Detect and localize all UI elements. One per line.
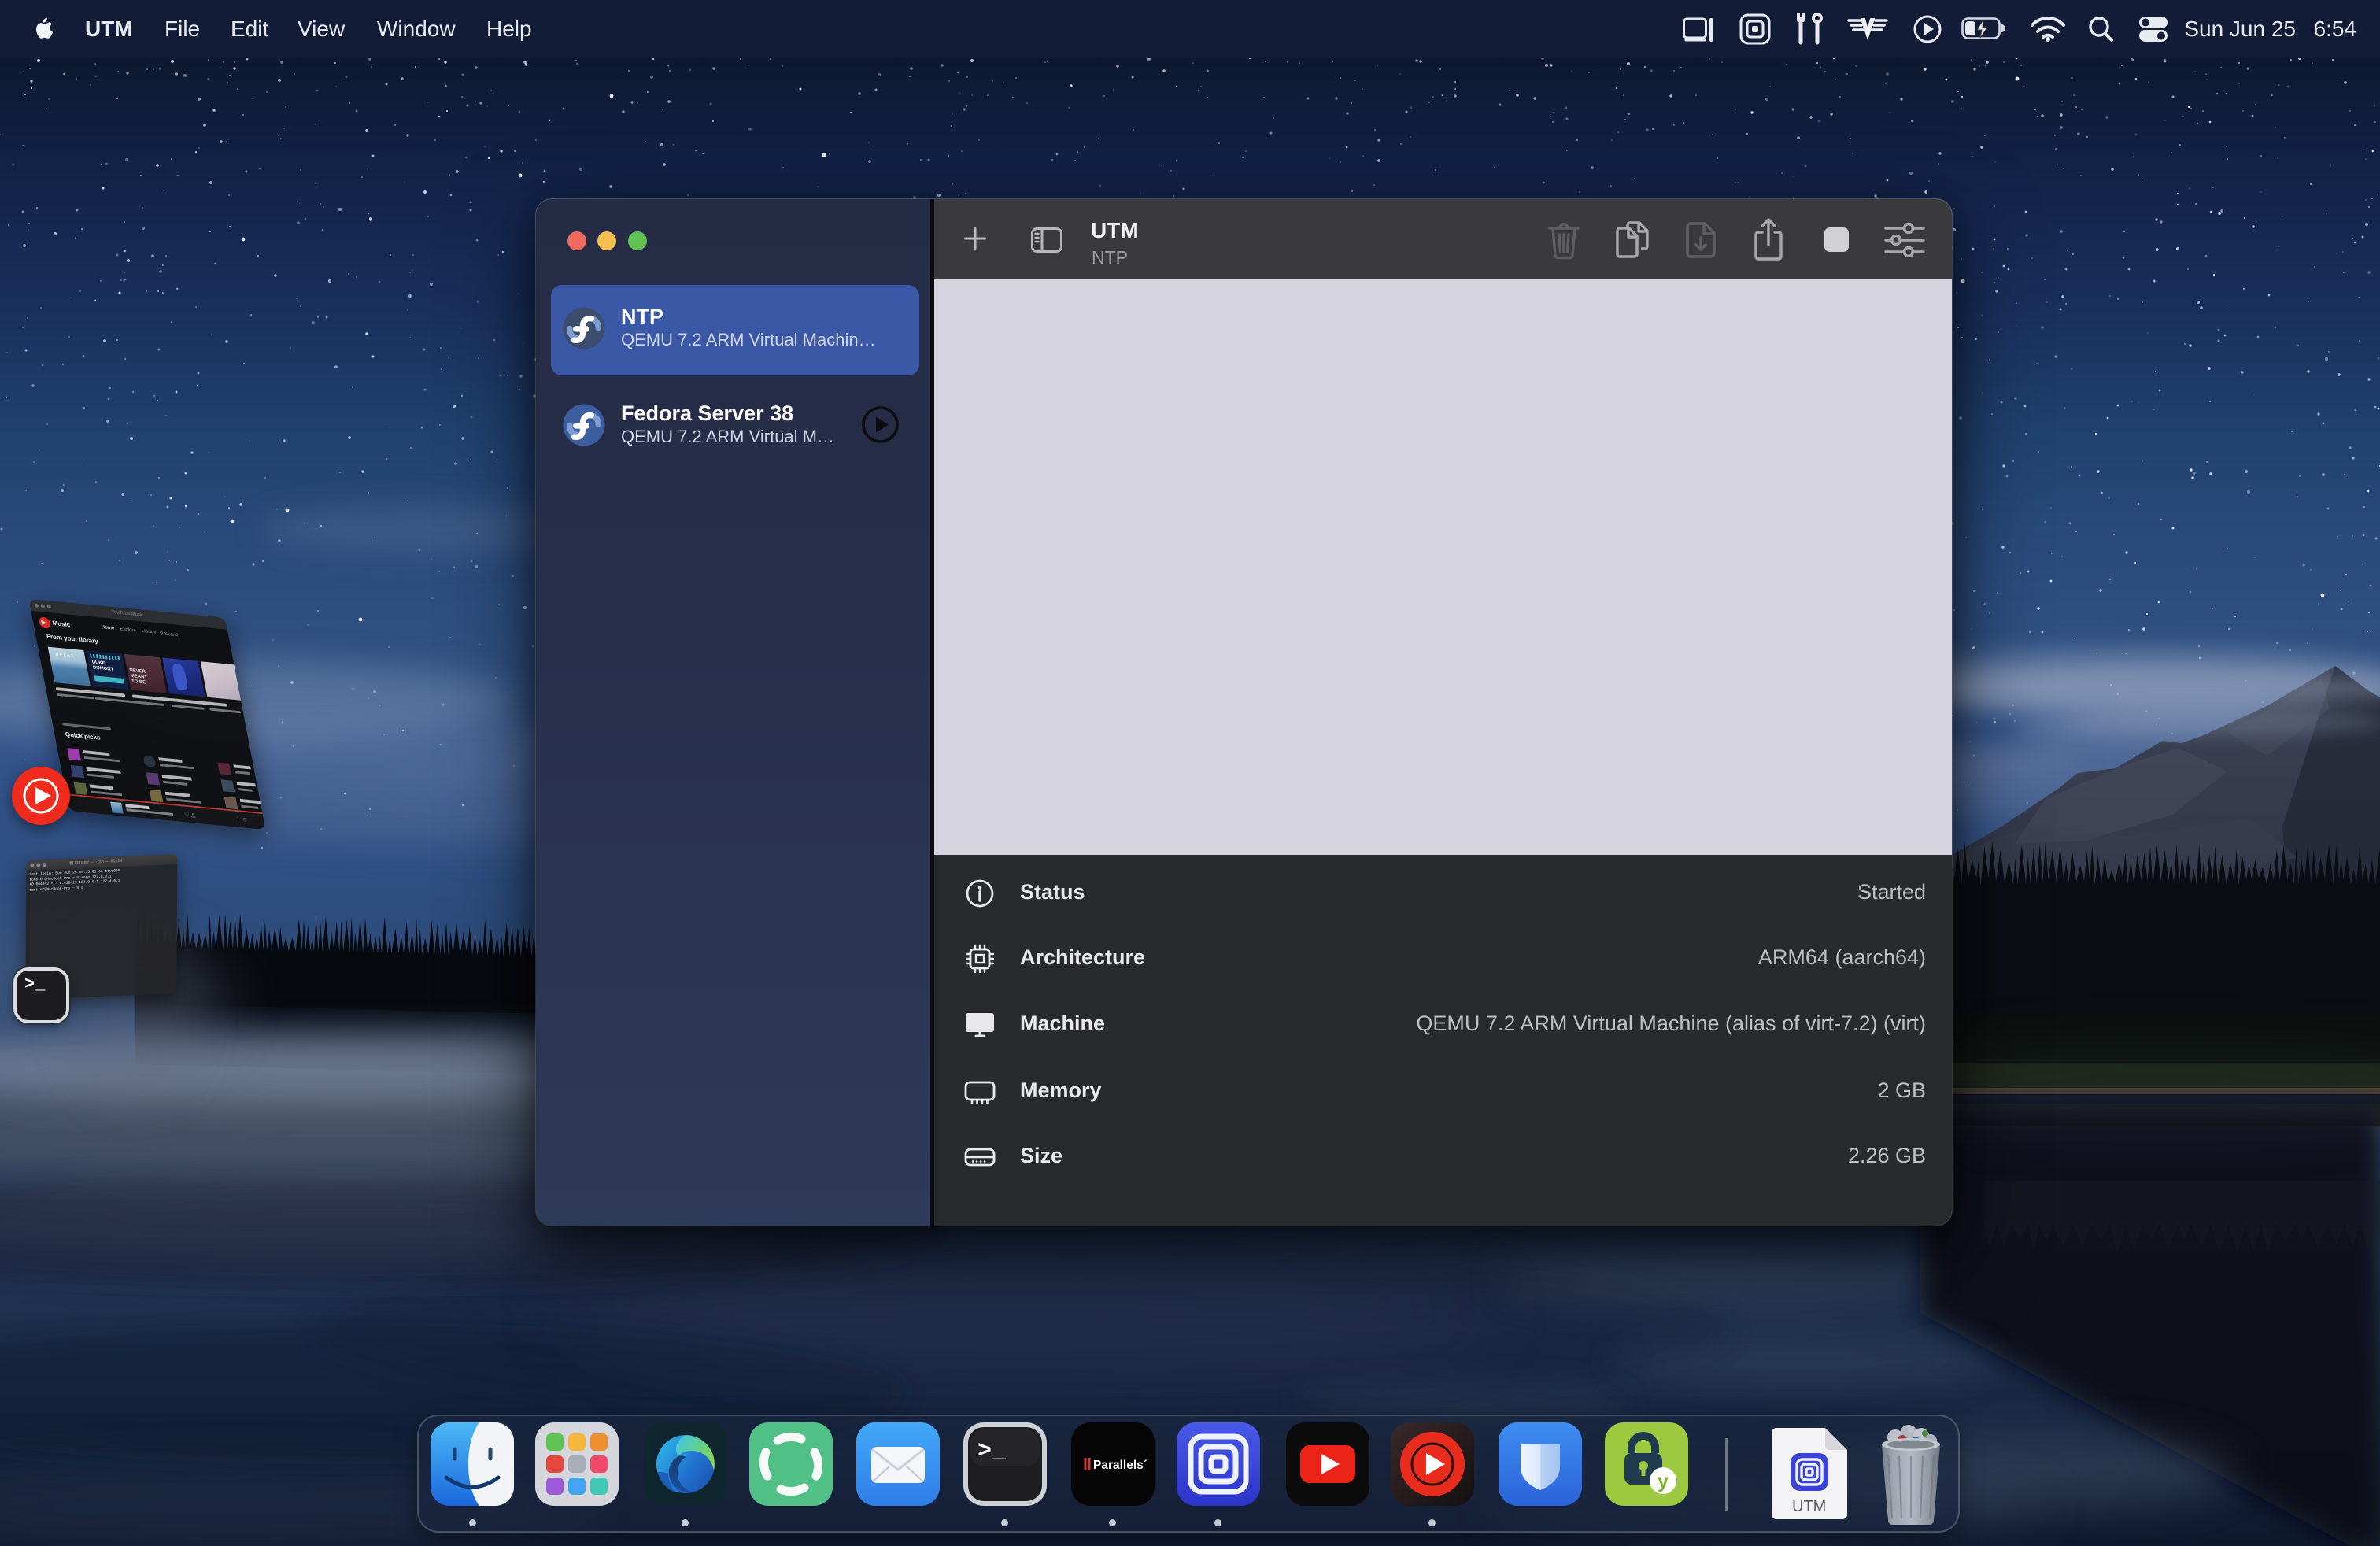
svg-text:UTM: UTM: [1792, 1498, 1826, 1515]
svg-text:y: y: [1658, 1470, 1669, 1492]
svg-text:>_: >_: [978, 1438, 1007, 1465]
svg-text:Parallels´: Parallels´: [1093, 1459, 1148, 1472]
